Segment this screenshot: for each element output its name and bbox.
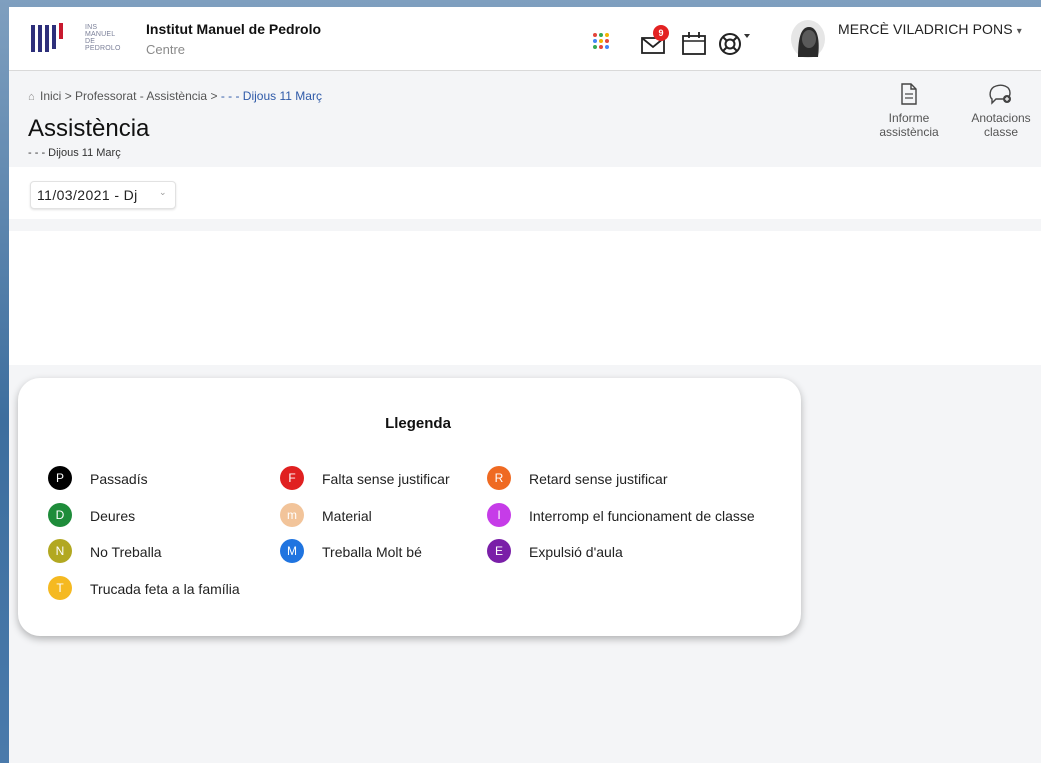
attendance-report-button[interactable]: Informe assistència — [870, 83, 948, 139]
breadcrumb-separator: > — [64, 89, 72, 103]
logo-text: INS MANUEL DE PEDROLO — [85, 24, 121, 52]
date-select-value: 11/03/2021 - Dj — [37, 187, 138, 203]
page-subtitle: - - - Dijous 11 Març — [28, 147, 121, 159]
legend-title: Llegenda — [385, 415, 451, 432]
mail-unread-badge: 9 — [653, 25, 669, 41]
date-select[interactable]: 11/03/2021 - Dj ⌄ — [30, 181, 176, 209]
legend-label: Material — [322, 508, 372, 524]
chevron-down-icon: ▾ — [1016, 26, 1022, 37]
home-icon[interactable]: ⌂ — [28, 91, 35, 103]
legend-label: Interromp el funcionament de classe — [529, 508, 755, 524]
legend-dot-expulsio: E — [487, 539, 511, 563]
avatar[interactable] — [790, 19, 826, 59]
logo-bars-icon — [31, 23, 63, 52]
breadcrumb-separator: > — [210, 89, 218, 103]
legend-label: Falta sense justificar — [322, 471, 450, 487]
breadcrumb-home[interactable]: Inici — [40, 89, 61, 103]
legend-label: Passadís — [90, 471, 148, 487]
class-notes-button[interactable]: Anotacions classe — [962, 83, 1040, 139]
legend-dot-deures: D — [48, 503, 72, 527]
class-notes-label-1: Anotacions — [971, 111, 1031, 125]
legend-dot-material: m — [280, 503, 304, 527]
date-selector-row: 11/03/2021 - Dj ⌄ — [9, 167, 1041, 219]
legend-label: Retard sense justificar — [529, 471, 668, 487]
legend-dot-falta: F — [280, 466, 304, 490]
legend-label: Treballa Molt bé — [322, 544, 422, 560]
lifebuoy-help-icon[interactable] — [717, 30, 753, 56]
breadcrumb-teachers-attendance[interactable]: Professorat - Assistència — [75, 89, 207, 103]
legend-dot-treballa-molt-be: M — [280, 539, 304, 563]
user-menu[interactable]: MERCÈ VILADRICH PONS ▾ — [838, 21, 1022, 37]
legend-dot-interromp: I — [487, 503, 511, 527]
apps-grid-icon[interactable] — [591, 31, 611, 51]
calendar-icon[interactable] — [681, 30, 707, 56]
school-logo[interactable]: INS MANUEL DE PEDROLO — [31, 21, 136, 57]
legend-label: No Treballa — [90, 544, 162, 560]
document-icon — [901, 83, 917, 105]
legend-dot-trucada: T — [48, 576, 72, 600]
chevron-down-icon: ⌄ — [159, 187, 167, 197]
legend-label: Trucada feta a la família — [90, 581, 240, 597]
page-header: ⌂ Inici > Professorat - Assistència > - … — [9, 71, 1041, 167]
legend-label: Expulsió d'aula — [529, 544, 623, 560]
app-window: INS MANUEL DE PEDROLO Institut Manuel de… — [9, 7, 1041, 763]
legend-label: Deures — [90, 508, 136, 524]
top-bar: INS MANUEL DE PEDROLO Institut Manuel de… — [9, 7, 1041, 71]
legend-card: Llegenda P Passadís D Deures N No Trebal… — [18, 378, 801, 636]
legend-dot-no-treballa: N — [48, 539, 72, 563]
legend-dot-passadis: P — [48, 466, 72, 490]
content-area — [9, 231, 1041, 365]
school-name: Institut Manuel de Pedrolo — [146, 21, 322, 37]
school-subtitle: Centre — [146, 42, 186, 57]
breadcrumb: ⌂ Inici > Professorat - Assistència > - … — [28, 89, 322, 103]
user-name: MERCÈ VILADRICH PONS — [838, 21, 1013, 37]
page-title: Assistència — [28, 115, 150, 142]
breadcrumb-current: - - - Dijous 11 Març — [220, 89, 322, 103]
legend-dot-retard: R — [487, 466, 511, 490]
add-comment-icon — [989, 84, 1011, 105]
attendance-report-label-1: Informe — [888, 111, 930, 125]
attendance-report-label-2: assistència — [879, 125, 939, 139]
class-notes-label-2: classe — [983, 125, 1018, 139]
